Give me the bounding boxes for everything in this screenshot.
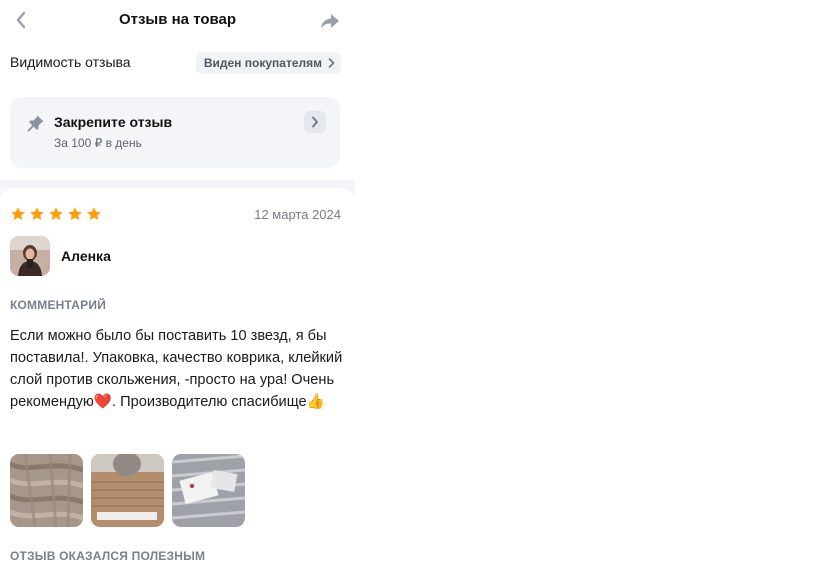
pin-title: Закрепите отзыв [54,114,173,130]
page-title: Отзыв на товар [118,11,237,28]
review-photo[interactable] [91,454,164,527]
pin-icon [27,115,44,132]
review-screen: Отзыв на товар Видимость отзыва Виден по… [0,0,355,570]
visibility-value: Виден покупателям [203,56,322,70]
star-icon [30,207,44,221]
star-icon [87,207,101,221]
review-comment: Если можно было бы поставить 10 звезд, я… [10,328,343,410]
share-arrow-icon [321,13,339,29]
pin-price: За 100 ₽ в день [54,136,142,150]
author-name: Аленка [61,248,111,264]
helpful-label: ОТЗЫВ ОКАЗАЛСЯ ПОЛЕЗНЫМ [10,549,206,563]
chevron-right-icon [312,116,318,128]
star-icon [49,207,63,221]
avatar [10,236,50,276]
review-card-top [0,188,355,202]
review-photo[interactable] [172,454,245,527]
review-date: 12 марта 2024 [254,207,341,222]
visibility-label: Видимость отзыва [10,54,131,70]
rating-stars [10,206,102,222]
review-photo[interactable] [10,454,83,527]
chevron-right-icon [328,58,335,68]
comment-label: КОММЕНТАРИЙ [10,298,107,312]
pin-arrow-button[interactable] [304,111,326,133]
star-icon [68,207,82,221]
star-icon [11,207,25,221]
visibility-selector[interactable]: Виден покупателям [195,52,341,74]
review-photos [10,454,245,527]
visibility-row: Видимость отзыва Виден покупателям [10,52,341,74]
header: Отзыв на товар [0,0,355,40]
pin-review-card[interactable]: Закрепите отзыв За 100 ₽ в день [10,97,340,168]
share-button[interactable] [318,10,342,32]
